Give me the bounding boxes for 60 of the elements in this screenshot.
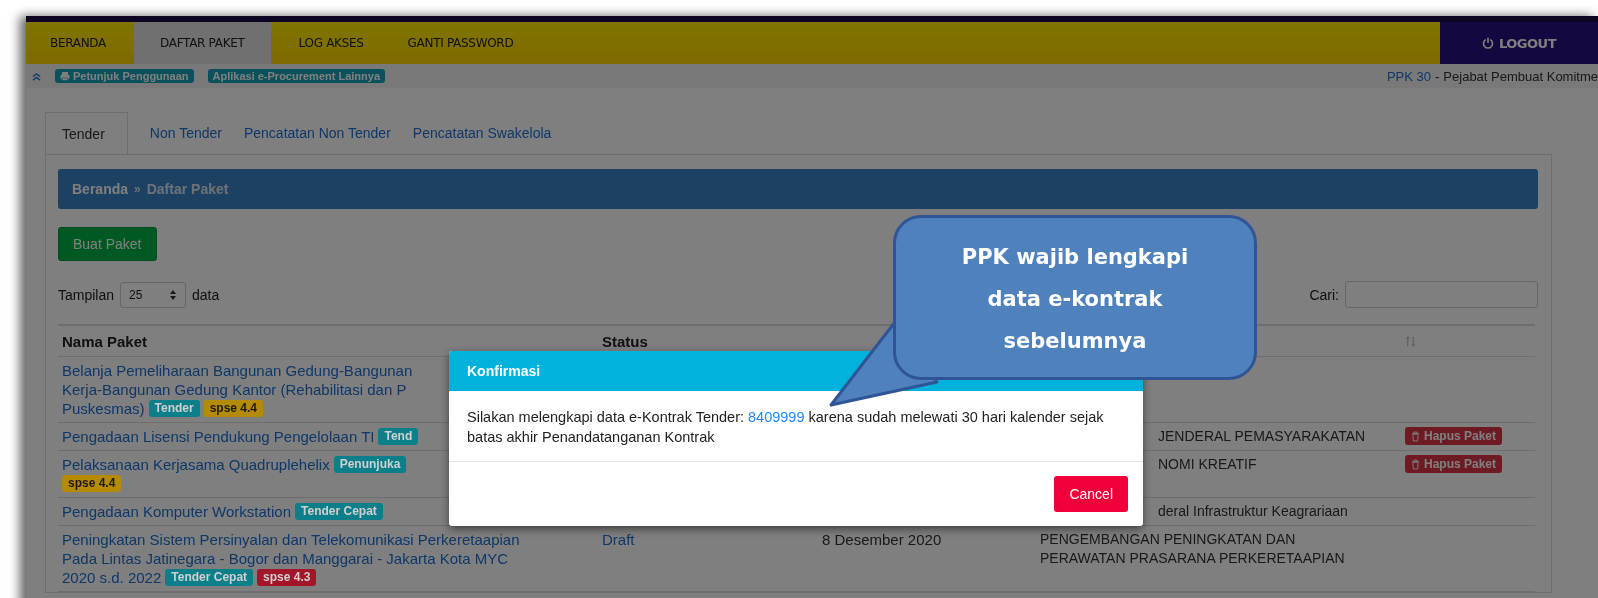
delete-package-button[interactable]: Hapus Paket (1405, 455, 1503, 473)
package-tag: Tend (378, 428, 419, 445)
package-link[interactable]: Peningkatan Sistem Persinyalan dan Telekomunikasi Perkeretaapian (62, 530, 520, 549)
page-length-select[interactable]: 25 (120, 281, 187, 308)
package-link[interactable]: Belanja Pemeliharaan Bangunan Gedung-Bangunan (62, 361, 413, 380)
package-link[interactable]: Puskesmas) (62, 399, 145, 418)
tender-id-link[interactable]: 8409999 (748, 409, 805, 425)
package-link[interactable]: Pada Lintas Jatinegara - Bogor dan Manggarai - Jakarta Kota MYC (62, 549, 509, 568)
printer-icon (60, 71, 70, 81)
package-link[interactable]: Pengadaan Lisensi Pendukung Pengelolaan TI (62, 427, 375, 446)
search-label: Cari: (1309, 286, 1339, 303)
trash-icon (1411, 430, 1420, 442)
dialog-title: Konfirmasi (467, 363, 541, 379)
tab[interactable]: Pencatatan Non Tender (243, 112, 413, 154)
package-tag: spse 4.4 (62, 475, 122, 492)
package-link[interactable]: Pelaksanaan Kerjasama Quadruplehelix (62, 455, 330, 474)
breadcrumb-current: Daftar Paket (146, 181, 229, 197)
delete-package-button[interactable]: Hapus Paket (1405, 427, 1503, 445)
length-label: Tampilan (58, 286, 115, 303)
nav-tab[interactable]: BERANDA (28, 22, 128, 64)
unit-cell: deral Infrastruktur Keagrariaan (1158, 503, 1348, 519)
updown-icon (169, 288, 178, 301)
info-link[interactable]: Petunjuk Penggunaan (55, 69, 194, 83)
user-code-link[interactable]: PPK 30 (1386, 68, 1431, 84)
status-link[interactable]: Draft (602, 531, 635, 548)
nav-tab[interactable]: GANTI PASSWORD (385, 22, 536, 64)
tab[interactable]: Pencatatan Swakelola (412, 112, 574, 154)
package-link[interactable]: Kerja-Bangunan Gedung Kantor (Rehabilitasi dan P (62, 380, 407, 399)
callout-bubble: PPK wajib lengkapi data e-kontrak sebelumnya (893, 215, 1257, 380)
logout-button[interactable]: LOGOUT (1440, 22, 1598, 64)
tab[interactable]: Non Tender (149, 112, 244, 154)
sort-icon[interactable] (1405, 335, 1416, 347)
search-field[interactable] (1345, 281, 1538, 308)
unit-cell: PENGEMBANGAN PENINGKATAN DAN PERAWATAN PRASARANA PERKERETAAPIAN (1040, 531, 1345, 566)
nav-tab[interactable]: DAFTAR PAKET (134, 22, 271, 64)
nav-tab[interactable]: LOG AKSES (276, 22, 386, 64)
info-link[interactable]: Aplikasi e-Procurement Lainnya (207, 69, 385, 83)
package-tag: Tender Cepat (165, 569, 254, 586)
tab[interactable]: Tender (45, 112, 128, 154)
chevron-up-icon[interactable] (32, 71, 41, 81)
date-cell: 8 Desember 2020 (822, 531, 942, 548)
separator-text: - (1435, 68, 1440, 84)
user-role: Pejabat Pembuat Komitme (1443, 68, 1598, 84)
create-package-button[interactable]: Buat Paket (58, 227, 157, 261)
package-tag: Tender Cepat (295, 503, 383, 520)
breadcrumb-link[interactable]: Beranda (72, 181, 129, 197)
package-tag: Tender (148, 400, 200, 417)
breadcrumb-separator: » (134, 182, 141, 196)
unit-cell: JENDERAL PEMASYARAKATAN (1158, 428, 1366, 444)
trash-icon (1411, 458, 1420, 470)
package-link[interactable]: Pengadaan Komputer Workstation (62, 502, 292, 521)
package-tag: spse 4.4 (203, 400, 264, 417)
package-link[interactable]: 2020 s.d. 2022 (62, 568, 162, 587)
unit-cell: NOMI KREATIF (1158, 456, 1257, 472)
cancel-button[interactable]: Cancel (1054, 476, 1128, 512)
package-tag: spse 4.3 (257, 569, 317, 586)
dialog-message: Silakan melengkapi data e-Kontrak Tender: 8409999 karena sudah melewati 30 hari kalender sejak batas akhir Penandatanganan Kontrak (467, 408, 1105, 447)
power-icon (1482, 37, 1494, 49)
length-label: data (192, 286, 220, 303)
package-tag: Penunjuka (333, 456, 407, 473)
